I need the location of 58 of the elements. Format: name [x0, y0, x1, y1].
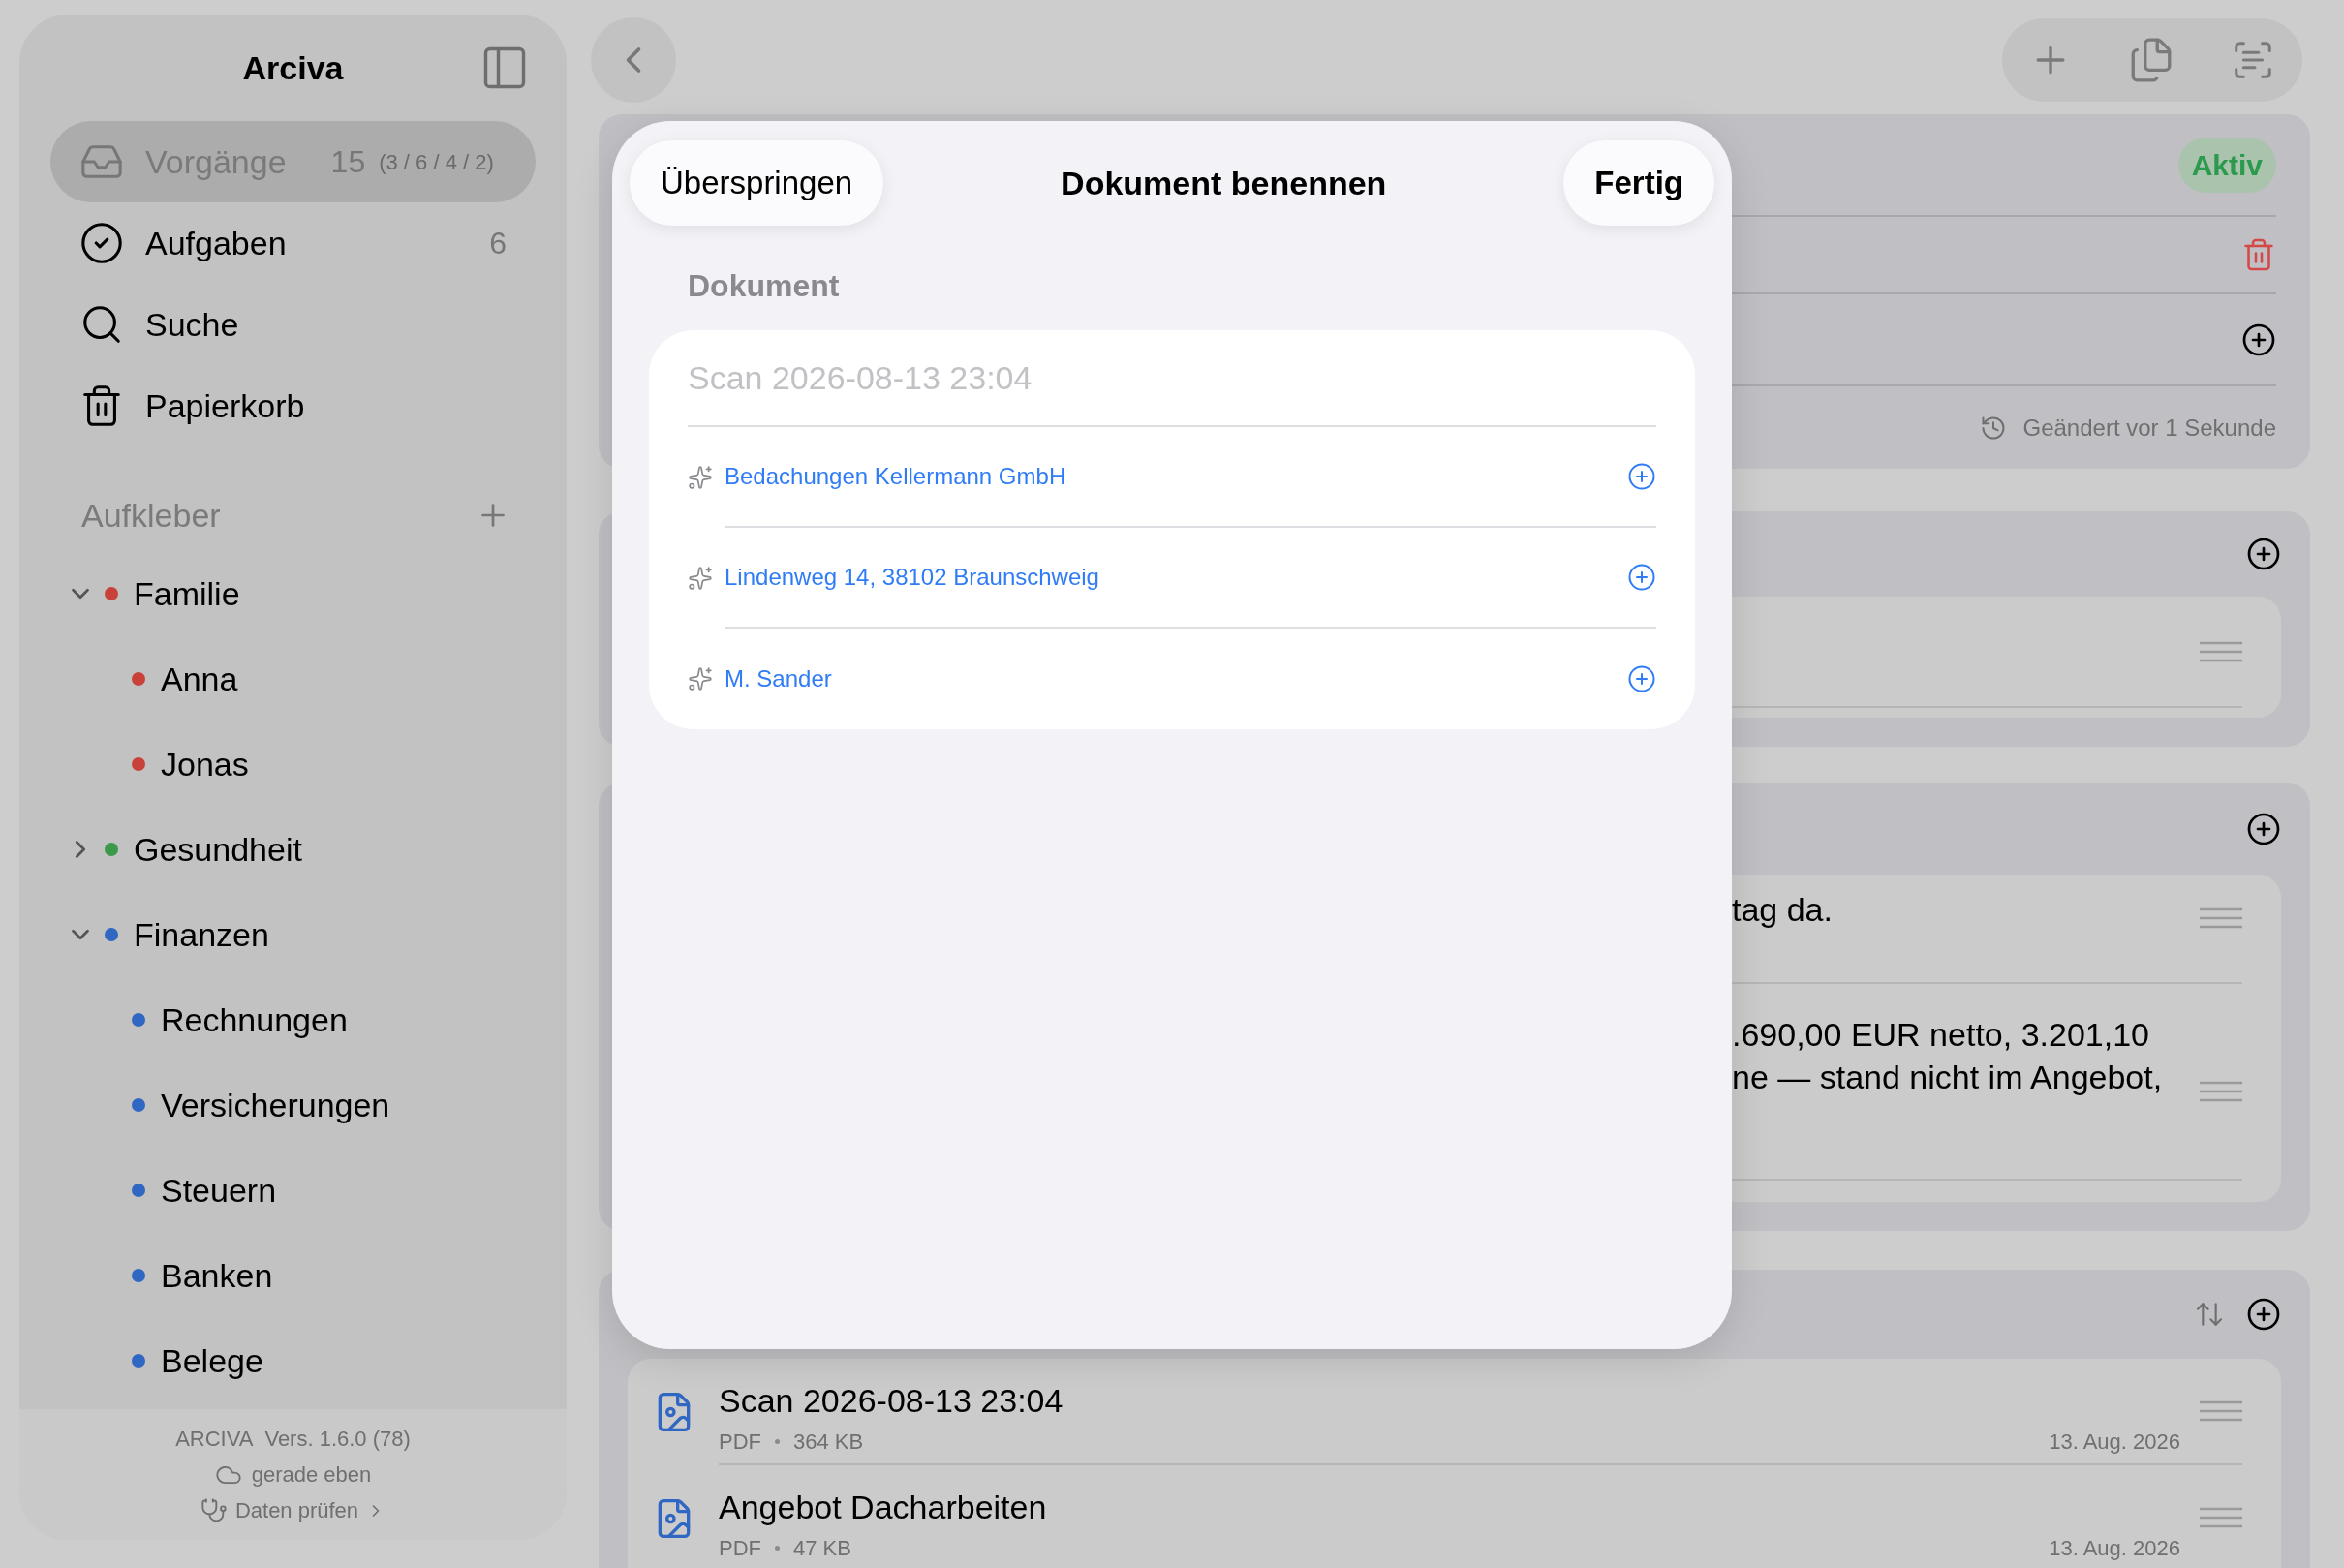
sparkles-icon	[688, 566, 713, 591]
add-circle-icon[interactable]	[2241, 322, 2276, 357]
sticker-label[interactable]: Versicherungen	[161, 1080, 390, 1130]
file-size: 364 KB	[793, 1428, 864, 1456]
section-label: Dokument	[688, 267, 841, 305]
sticker-label[interactable]: Banken	[161, 1250, 273, 1301]
file-type: PDF	[719, 1534, 761, 1562]
drag-handle-icon[interactable]	[2200, 1081, 2242, 1102]
document-date: 13. Aug. 2026	[2049, 1428, 2180, 1456]
drag-handle-icon[interactable]	[2200, 907, 2242, 929]
modified-time: Geändert vor 1 Sekunde	[2022, 413, 2276, 443]
check-circle-icon	[79, 221, 124, 265]
sticker-label[interactable]: Gesundheit	[134, 824, 302, 875]
document-date: 13. Aug. 2026	[2049, 1534, 2180, 1562]
file-type: PDF	[719, 1428, 761, 1456]
app-title: Arciva	[242, 47, 344, 88]
done-button[interactable]: Fertig	[1563, 140, 1714, 226]
sticker-label[interactable]: Steuern	[161, 1165, 277, 1215]
drag-handle-icon[interactable]	[2200, 1400, 2242, 1422]
suggestion-link[interactable]: M. Sander	[725, 661, 1627, 696]
delete-icon[interactable]	[2241, 237, 2276, 272]
modal-title: Dokument benennen	[1061, 163, 1387, 203]
add-circle-icon[interactable]	[2246, 1297, 2281, 1332]
nav-item[interactable]: Aufgaben 6	[50, 202, 536, 284]
sticker-label[interactable]: Rechnungen	[161, 995, 348, 1045]
add-circle-icon[interactable]	[2246, 537, 2281, 571]
nav-label: Aufgaben	[145, 223, 287, 263]
sticker-label[interactable]: Anna	[161, 654, 238, 704]
stethoscope-icon	[200, 1496, 228, 1524]
sticker-label[interactable]: Belege	[161, 1336, 263, 1386]
sticker-label[interactable]: Familie	[134, 569, 240, 619]
document-name[interactable]: Scan 2026-08-13 23:04	[719, 1380, 2200, 1420]
status-badge: Aktiv	[2177, 137, 2276, 193]
document-name[interactable]: Angebot Dacharbeiten	[719, 1487, 2200, 1526]
sparkles-icon	[688, 465, 713, 490]
sticker-label[interactable]: Jonas	[161, 739, 249, 789]
app-name: ARCIVA	[175, 1426, 254, 1453]
nav-label: Papierkorb	[145, 385, 305, 426]
file-size: 47 KB	[793, 1534, 851, 1562]
skip-button[interactable]: Überspringen	[630, 140, 884, 226]
section-header: Aufkleber	[81, 495, 221, 536]
note-text: .690,00 EUR netto, 3.201,10 ne — stand nicht im Angebot,	[1732, 1015, 2164, 1097]
drag-handle-icon[interactable]	[2200, 1507, 2242, 1528]
note-text: tag da.	[1732, 890, 1834, 930]
drag-handle-icon[interactable]	[2200, 640, 2242, 662]
sparkles-icon	[688, 666, 713, 692]
sync-status: gerade eben	[251, 1461, 372, 1489]
nav-count: 6	[489, 225, 507, 262]
suggestion-link[interactable]: Lindenweg 14, 38102 Braunschweig	[725, 560, 1627, 595]
version-label: Vers. 1.6.0 (78)	[264, 1426, 411, 1453]
suggestion-link[interactable]: Bedachungen Kellermann GmbH	[725, 459, 1627, 494]
document-name-field[interactable]: Scan 2026-08-13 23:04	[688, 330, 1656, 427]
add-circle-icon[interactable]	[2246, 811, 2281, 846]
nav-label: Suche	[145, 304, 239, 345]
nav-item[interactable]: Papierkorb	[50, 365, 536, 446]
nav-item[interactable]: Suche	[50, 284, 536, 365]
sticker-label[interactable]: Finanzen	[134, 909, 269, 960]
nav-count-detail: (3 / 6 / 4 / 2)	[379, 148, 494, 176]
